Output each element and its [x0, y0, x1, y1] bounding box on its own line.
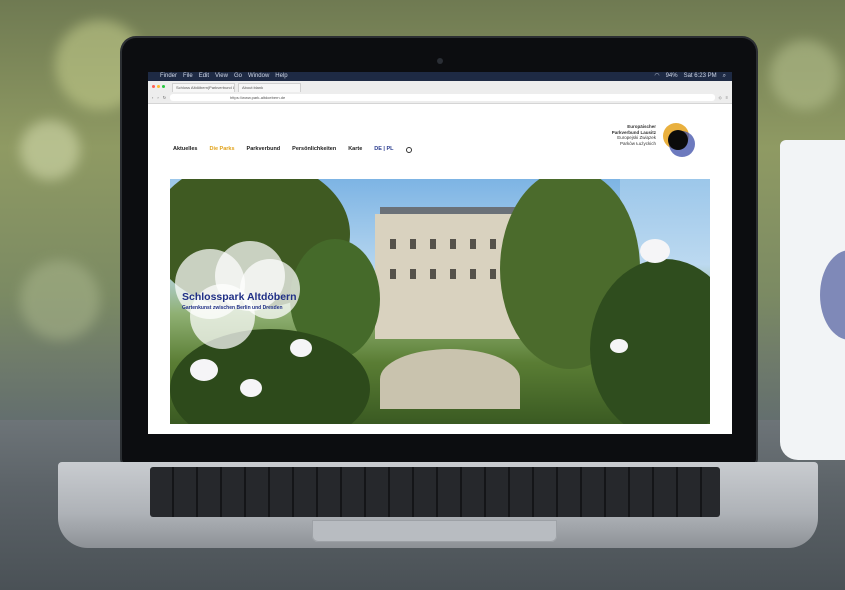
main-nav: Aktuelles Die Parks Parkverbund Persönli…: [173, 146, 412, 153]
tab-strip: Schloss Altdöbern|Parkverbund Lausitz Ab…: [148, 81, 732, 92]
background-bokeh: [770, 40, 840, 110]
background-bokeh: [20, 120, 80, 180]
tab-blank[interactable]: About:blank: [238, 83, 301, 92]
castle-window: [410, 269, 416, 279]
nav-die-parks[interactable]: Die Parks: [209, 146, 234, 152]
nav-karte[interactable]: Karte: [348, 146, 362, 152]
castle-window: [430, 269, 436, 279]
menu-file[interactable]: File: [183, 72, 193, 81]
castle-window: [490, 269, 496, 279]
rhododendron-flower: [610, 339, 628, 353]
close-icon[interactable]: [152, 85, 155, 88]
menu-icon[interactable]: ≡: [726, 95, 728, 100]
logo-text: Europäischer Parkverbund Lausitz Europej…: [596, 124, 656, 146]
browser-chrome: Schloss Altdöbern|Parkverbund Lausitz Ab…: [148, 81, 732, 104]
web-page: Europäischer Parkverbund Lausitz Europej…: [148, 104, 732, 424]
maximize-icon[interactable]: [162, 85, 165, 88]
tab-active[interactable]: Schloss Altdöbern|Parkverbund Lausitz: [172, 83, 235, 92]
extension-icon[interactable]: ◇: [719, 95, 722, 100]
castle-window: [470, 239, 476, 249]
rhododendron-flower: [190, 359, 218, 381]
back-icon[interactable]: ‹: [152, 95, 153, 100]
battery-label[interactable]: 94%: [666, 72, 678, 81]
castle-window: [450, 239, 456, 249]
castle-window: [390, 239, 396, 249]
park-logo-icon[interactable]: [658, 120, 698, 160]
menu-finder[interactable]: Finder: [160, 72, 177, 81]
castle-window: [450, 269, 456, 279]
nav-persoenlichkeiten[interactable]: Persönlichkeiten: [292, 146, 336, 152]
nav-aktuelles[interactable]: Aktuelles: [173, 146, 197, 152]
url-row: ‹ › ↻ https://www.park-altdoebern.de ◇ ≡: [148, 92, 732, 103]
clock[interactable]: Sat 6:23 PM: [684, 72, 717, 81]
hero-title: Schlosspark Altdöbern: [182, 291, 297, 303]
castle-window: [430, 239, 436, 249]
rhododendron-flower: [240, 379, 262, 397]
trackpad[interactable]: [312, 520, 557, 542]
window-controls: [152, 81, 165, 92]
address-bar[interactable]: https://www.park-altdoebern.de: [170, 94, 715, 101]
wifi-icon[interactable]: ◠: [654, 72, 659, 81]
background-bokeh: [20, 260, 100, 340]
keyboard: [150, 467, 720, 517]
castle-window: [410, 239, 416, 249]
menu-view[interactable]: View: [215, 72, 228, 81]
search-icon[interactable]: [405, 147, 412, 153]
spotlight-icon[interactable]: ⌕: [723, 72, 726, 81]
laptop-screen: Finder File Edit View Go Window Help ◠ 9…: [148, 72, 732, 434]
castle-window: [470, 269, 476, 279]
castle-window: [390, 269, 396, 279]
menu-go[interactable]: Go: [234, 72, 242, 81]
menu-help[interactable]: Help: [275, 72, 287, 81]
language-switch[interactable]: DE | PL: [374, 146, 393, 152]
menu-window[interactable]: Window: [248, 72, 269, 81]
nav-parkverbund[interactable]: Parkverbund: [247, 146, 281, 152]
menu-edit[interactable]: Edit: [199, 72, 209, 81]
mac-menubar: Finder File Edit View Go Window Help ◠ 9…: [148, 72, 732, 81]
forward-icon[interactable]: ›: [157, 95, 158, 100]
garden-path: [380, 349, 520, 409]
rhododendron-flower: [640, 239, 670, 263]
castle-window: [490, 239, 496, 249]
hero-image: Schlosspark Altdöbern Gartenkunst zwisch…: [170, 179, 710, 424]
minimize-icon[interactable]: [157, 85, 160, 88]
camera-icon: [437, 58, 443, 64]
hero-subtitle: Gartenkunst zwischen Berlin und Dresden: [182, 305, 283, 311]
logo-line-4: Parków Łużyckich: [619, 140, 656, 146]
reload-icon[interactable]: ↻: [163, 95, 166, 100]
